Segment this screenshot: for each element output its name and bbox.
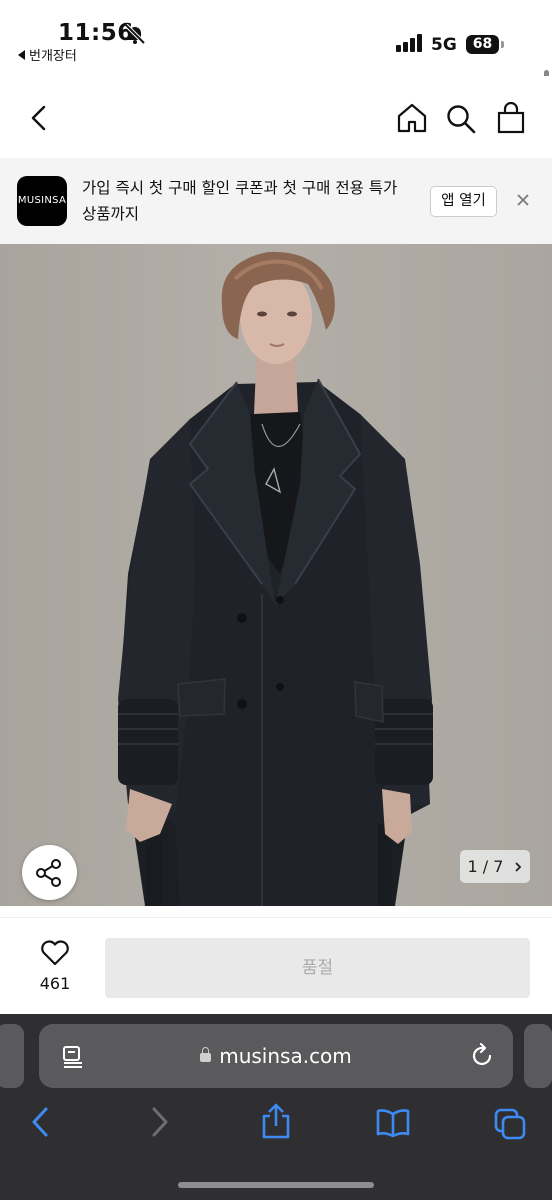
back-app-label: 번개장터 <box>29 49 77 64</box>
back-to-app-link[interactable]: 번개장터 <box>18 45 77 64</box>
open-app-button[interactable]: 앱 열기 <box>430 186 497 217</box>
share-icon <box>36 859 61 887</box>
chevron-right-icon <box>514 862 521 872</box>
tabs-icon[interactable] <box>493 1107 527 1145</box>
address-bar[interactable]: musinsa.com <box>39 1024 513 1088</box>
heart-icon <box>41 940 69 966</box>
battery-level: 68 <box>466 35 499 54</box>
status-time: 11:56 <box>58 20 134 46</box>
like-button[interactable]: 461 <box>26 940 84 993</box>
bookmarks-icon[interactable] <box>375 1108 411 1142</box>
gallery-counter: 1 / 7 <box>467 857 504 876</box>
network-type: 5G <box>431 35 457 55</box>
product-photo-illustration <box>118 251 433 906</box>
previous-tab-preview[interactable] <box>0 1024 24 1088</box>
chevron-left-icon[interactable] <box>28 104 50 136</box>
gallery-next-button[interactable]: 1 / 7 <box>460 850 530 883</box>
home-indicator <box>178 1182 374 1188</box>
bell-muted-icon <box>124 23 146 48</box>
product-image[interactable] <box>0 244 552 906</box>
cellular-signal-icon <box>396 34 424 52</box>
back-triangle-icon <box>18 50 25 60</box>
banner-message: 가입 즉시 첫 구매 할인 쿠폰과 첫 구매 전용 특가 상품까지 <box>82 179 398 223</box>
battery-cap <box>501 41 504 48</box>
browser-toolbar: musinsa.com <box>0 1014 552 1200</box>
musinsa-logo: MUSINSA <box>17 176 67 226</box>
search-icon[interactable] <box>446 104 476 138</box>
url-text: musinsa.com <box>39 1044 513 1068</box>
reload-icon[interactable] <box>470 1043 496 1069</box>
share-sheet-icon[interactable] <box>259 1102 293 1144</box>
url-label: musinsa.com <box>219 1044 352 1068</box>
app-install-banner: MUSINSA 가입 즉시 첫 구매 할인 쿠폰과 첫 구매 전용 특가 상품까… <box>0 158 552 244</box>
home-icon[interactable] <box>396 102 428 138</box>
close-icon[interactable] <box>515 192 531 212</box>
status-bar: 11:56 번개장터 5G 68 <box>0 0 552 76</box>
lock-icon <box>200 1047 212 1062</box>
soldout-button: 품절 <box>105 938 530 998</box>
site-header <box>0 76 552 158</box>
section-divider <box>0 906 552 918</box>
share-button[interactable] <box>22 845 77 900</box>
browser-forward-icon <box>150 1106 170 1142</box>
next-tab-preview[interactable] <box>524 1024 552 1088</box>
shopping-bag-icon[interactable] <box>496 101 526 138</box>
browser-back-icon[interactable] <box>30 1106 50 1142</box>
like-count: 461 <box>39 974 71 993</box>
